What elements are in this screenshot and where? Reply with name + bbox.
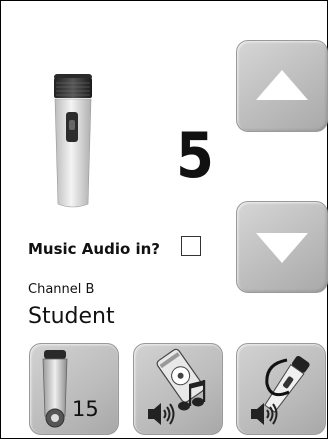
channel-label: Channel B: [28, 282, 95, 297]
mic-volume-badge: 15: [72, 397, 99, 421]
microphone-image: [48, 72, 98, 212]
channel-number: 5: [176, 119, 214, 192]
handheld-mic-audio-icon: [251, 356, 310, 425]
channel-down-button[interactable]: [236, 201, 328, 293]
triangle-down-icon: [256, 233, 308, 263]
music-audio-icon: [148, 348, 206, 425]
mic-volume-button[interactable]: 15: [29, 343, 119, 435]
mic-audio-button[interactable]: [236, 343, 326, 435]
music-audio-button[interactable]: [133, 343, 223, 435]
channel-up-button[interactable]: [236, 40, 328, 132]
music-audio-checkbox[interactable]: [181, 236, 201, 256]
music-audio-label: Music Audio in?: [28, 240, 161, 258]
triangle-up-icon: [256, 70, 308, 100]
channel-value: Student: [28, 304, 115, 329]
